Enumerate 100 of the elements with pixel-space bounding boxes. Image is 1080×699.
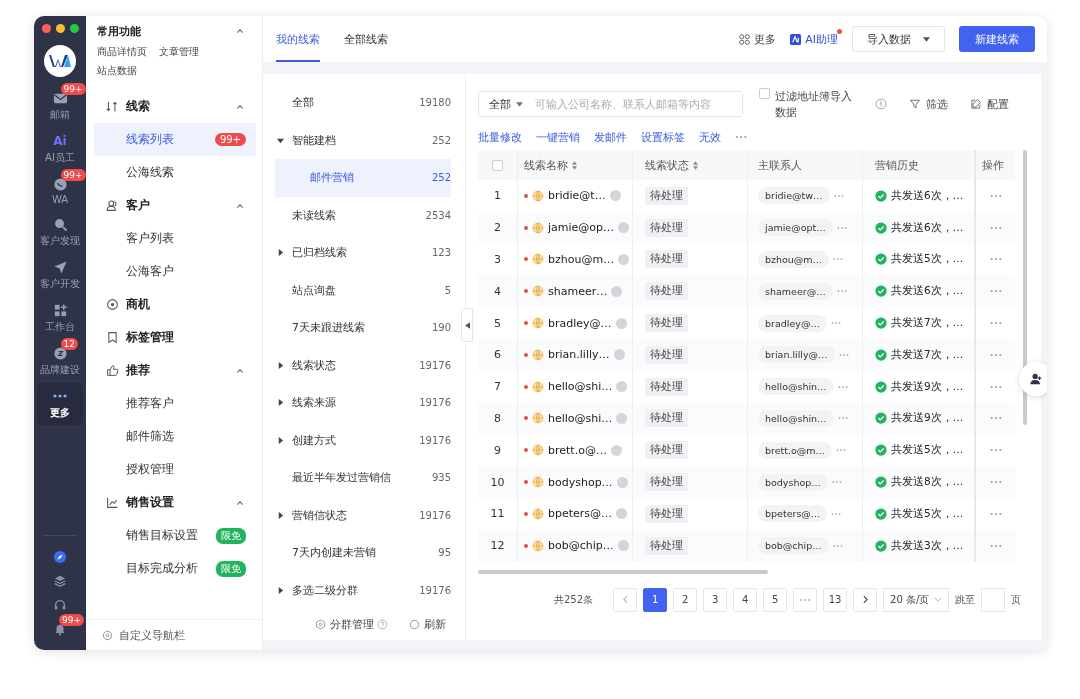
quick-link[interactable]: 商品详情页: [97, 46, 147, 59]
page-button[interactable]: 4: [733, 587, 758, 612]
more-icon[interactable]: [831, 480, 842, 485]
lead-name[interactable]: brian.lilly…: [548, 348, 610, 362]
group-item[interactable]: 7天内创建未营销 95: [275, 534, 451, 572]
nav-item[interactable]: 客户列表: [94, 222, 256, 255]
contact-chip[interactable]: bodyshop…: [758, 473, 828, 491]
more-button[interactable]: 更多: [739, 31, 777, 47]
caret-right-icon[interactable]: [277, 586, 284, 594]
caret-right-icon[interactable]: [277, 249, 284, 257]
section-title[interactable]: 客户: [126, 197, 229, 214]
group-item[interactable]: 线索状态 19176: [275, 346, 451, 384]
configure-button[interactable]: 配置: [970, 96, 1009, 112]
contact-chip[interactable]: brian.lilly@…: [758, 346, 835, 364]
quick-link[interactable]: 文章管理: [159, 46, 199, 59]
nav-item[interactable]: 销售目标设置 限免: [94, 519, 256, 552]
group-item[interactable]: 智能建档 252: [275, 121, 451, 159]
section-title[interactable]: 商机: [126, 296, 244, 313]
lead-name[interactable]: shameer…: [548, 284, 608, 298]
more-icon[interactable]: [833, 193, 844, 198]
filter-button[interactable]: 筛选: [909, 96, 948, 112]
contact-chip[interactable]: bridie@tw…: [758, 187, 830, 205]
lead-name[interactable]: bzhou@m…: [548, 253, 615, 266]
rail-item[interactable]: Ai AI员工: [37, 128, 83, 170]
page-input[interactable]: [981, 587, 1006, 612]
more-icon[interactable]: [735, 135, 747, 139]
rail-item[interactable]: 客户开发: [37, 254, 83, 296]
more-icon[interactable]: [838, 352, 849, 357]
caret-right-icon[interactable]: [277, 436, 284, 444]
chevron-up-icon[interactable]: [236, 499, 244, 506]
rail-item[interactable]: 99+ 邮箱: [37, 85, 83, 127]
rail-item[interactable]: 工作台: [37, 297, 83, 339]
page-size-select[interactable]: 20 条/页: [883, 587, 950, 612]
bulk-action-link[interactable]: 发邮件: [594, 129, 627, 145]
more-icon[interactable]: [989, 543, 1002, 548]
chevron-up-icon[interactable]: [236, 202, 244, 209]
bell-icon[interactable]: [53, 622, 67, 636]
contact-chip[interactable]: bpeters@…: [758, 505, 828, 523]
add-contact-button[interactable]: [1019, 362, 1047, 396]
headset-icon[interactable]: [53, 598, 67, 612]
group-item[interactable]: 站点询盘 5: [275, 271, 451, 309]
bulk-action-link[interactable]: 无效: [699, 129, 721, 145]
quick-link[interactable]: 站点数据: [97, 65, 137, 78]
group-manage-link[interactable]: 分群管理: [315, 617, 374, 632]
search-field[interactable]: 全部 可输入公司名称、联系人邮箱等内容: [478, 91, 743, 117]
page-button[interactable]: 2: [673, 587, 698, 612]
caret-right-icon[interactable]: [277, 361, 284, 369]
lead-name[interactable]: hello@shi…: [548, 411, 613, 425]
header-cell[interactable]: 线索状态: [633, 150, 748, 180]
group-item[interactable]: 最近半年发过营销信 935: [275, 459, 451, 497]
more-icon[interactable]: [989, 448, 1002, 453]
rail-item[interactable]: 12 品牌建设: [37, 340, 83, 382]
more-icon[interactable]: [836, 225, 847, 230]
lead-name[interactable]: bob@chip…: [548, 539, 614, 553]
more-icon[interactable]: [989, 480, 1002, 485]
section-title[interactable]: 销售设置: [126, 494, 229, 511]
lead-name[interactable]: bradley@…: [548, 316, 612, 330]
nav-item[interactable]: 公海客户: [94, 255, 256, 288]
lead-name[interactable]: bodyshop…: [548, 475, 613, 489]
ai-assistant-button[interactable]: AI助理: [790, 31, 838, 47]
more-icon[interactable]: [989, 257, 1002, 262]
group-item[interactable]: 邮件营销 252: [275, 159, 451, 197]
nav-item[interactable]: 目标完成分析 限免: [94, 552, 256, 585]
lead-name[interactable]: bpeters@…: [548, 507, 613, 521]
more-icon[interactable]: [989, 352, 1002, 357]
contact-chip[interactable]: bzhou@m…: [758, 251, 830, 268]
scrollbar[interactable]: [478, 569, 768, 574]
group-item[interactable]: 创建方式 19176: [275, 421, 451, 459]
scope-select[interactable]: 全部: [479, 96, 533, 112]
layers-icon[interactable]: [53, 574, 67, 588]
sort-icon[interactable]: [693, 160, 698, 170]
page-button[interactable]: 5: [763, 587, 788, 612]
sort-icon[interactable]: [572, 160, 577, 170]
caret-down-icon[interactable]: [277, 136, 284, 144]
tab[interactable]: 我的线索: [276, 32, 320, 62]
page-button[interactable]: 13: [823, 587, 848, 612]
group-item[interactable]: 已归档线索 123: [275, 234, 451, 272]
lead-name[interactable]: brett.o@…: [548, 443, 607, 457]
chevron-up-icon[interactable]: [236, 103, 244, 110]
rail-item[interactable]: 更多: [37, 383, 83, 425]
bulk-action-link[interactable]: 一键营销: [536, 129, 580, 145]
close-button[interactable]: [41, 24, 51, 33]
section-title[interactable]: 推荐: [126, 362, 229, 379]
more-icon[interactable]: [830, 321, 841, 326]
more-icon[interactable]: [989, 384, 1002, 389]
lead-name[interactable]: hello@shi…: [548, 380, 613, 394]
next-page-button[interactable]: [853, 587, 878, 612]
contact-chip[interactable]: shameer@…: [758, 282, 833, 300]
more-icon[interactable]: [989, 511, 1002, 516]
chevron-up-icon[interactable]: [236, 28, 244, 34]
chevron-up-icon[interactable]: [236, 367, 244, 374]
bulk-action-link[interactable]: 批量修改: [478, 129, 522, 145]
group-item[interactable]: 线索来源 19176: [275, 384, 451, 422]
caret-right-icon[interactable]: [277, 511, 284, 519]
zoom-button[interactable]: [69, 24, 79, 33]
header-cell[interactable]: 线索名称: [518, 150, 633, 180]
nav-item[interactable]: 授权管理: [94, 453, 256, 486]
nav-item[interactable]: 推荐客户: [94, 387, 256, 420]
lead-name[interactable]: jamie@op…: [548, 221, 615, 235]
more-icon[interactable]: [989, 416, 1002, 421]
